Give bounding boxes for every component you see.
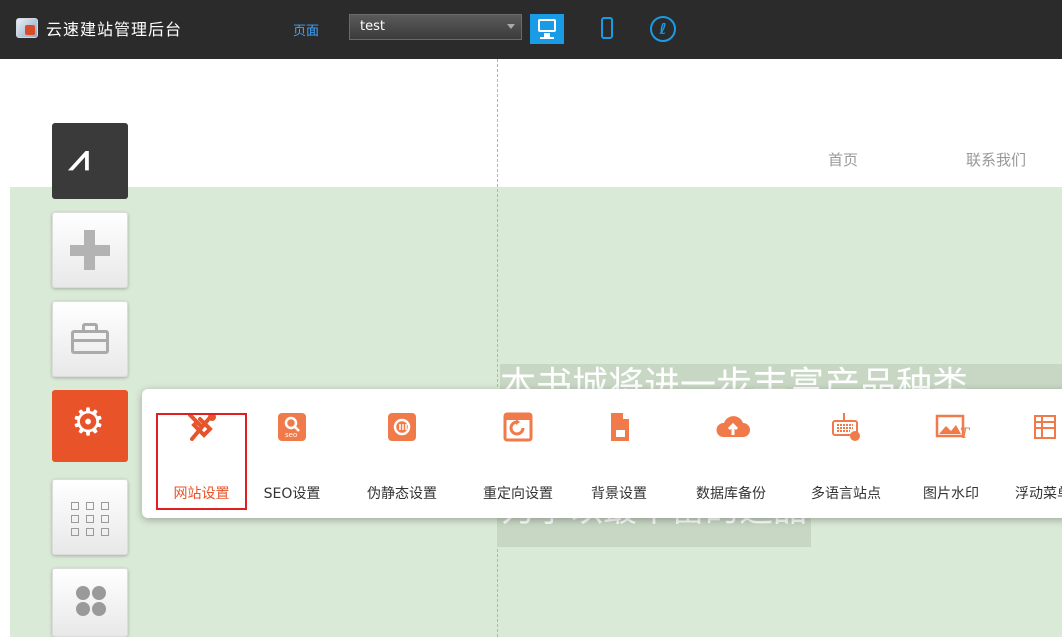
floating-menu-icon [1031,411,1062,443]
settings-item-background[interactable]: 背景设置 [578,389,660,518]
grid-tool-button[interactable] [52,479,128,555]
background-icon [603,411,635,443]
page-canvas: 首页 联系我们 本书城将进一步丰富产品种类 力争以最丰富的选品 [0,59,1062,637]
center-guide-line [497,59,498,637]
settings-item-pseudo-static[interactable]: 伪静态设置 [347,389,457,518]
clover-tool-button[interactable] [52,568,128,637]
settings-item-label: SEO设置 [263,486,321,502]
svg-text:T: T [960,426,971,442]
nav-link-home[interactable]: 首页 [828,149,858,170]
apps-tool-button[interactable]: ⩘ [52,123,128,199]
cloud-upload-icon [715,411,750,443]
settings-panel: 网站设置 seo SEO设置 伪静态设置 重定向设置 背景设置 数据库备份 多语… [142,389,1062,518]
page-select-value: test [360,19,385,34]
gear-icon: ⚙ [71,400,106,444]
settings-item-label: 数据库备份 [696,486,766,502]
page-select[interactable]: test [349,14,522,40]
apps-icon: ⩘ [69,138,90,179]
selection-highlight [156,413,247,510]
toolkit-tool-button[interactable] [52,301,128,377]
page-label: 页面 [293,24,320,39]
settings-item-multilang[interactable]: 多语言站点 [797,389,895,518]
app-title: 云速建站管理后台 [46,20,183,39]
svg-text:seo: seo [285,431,297,439]
settings-item-label: 背景设置 [591,486,647,502]
desktop-icon [538,19,556,32]
settings-item-watermark[interactable]: T 图片水印 [911,389,991,518]
mini-program-view-button[interactable]: ℓ [648,14,682,44]
settings-item-floating[interactable]: 浮动菜单 [1015,389,1062,518]
image-watermark-icon: T [935,411,971,443]
top-bar: 云速建站管理后台 页面 test ℓ [0,0,1062,59]
settings-item-db-backup[interactable]: 数据库备份 [680,389,782,518]
settings-item-seo[interactable]: seo SEO设置 [253,389,331,518]
desktop-view-button[interactable] [530,14,564,44]
settings-item-label: 图片水印 [923,486,979,502]
chevron-down-icon [507,24,515,29]
settings-item-label: 多语言站点 [811,486,881,502]
mobile-view-button[interactable] [593,14,627,44]
mobile-icon [601,17,613,39]
settings-item-label: 伪静态设置 [367,486,437,502]
add-tool-button[interactable] [52,212,128,288]
settings-tool-button[interactable]: ⚙ [52,390,128,462]
settings-item-label: 浮动菜单 [1015,486,1062,502]
app-logo-icon [16,18,38,38]
settings-item-redirect[interactable]: 重定向设置 [469,389,567,518]
keyboard-icon [830,411,862,443]
redirect-icon [502,411,534,443]
nav-link-contact[interactable]: 联系我们 [966,149,1026,170]
mini-program-icon: ℓ [650,16,676,42]
seo-icon: seo [276,411,308,443]
pseudo-static-icon [386,411,418,443]
settings-item-label: 重定向设置 [483,486,553,502]
